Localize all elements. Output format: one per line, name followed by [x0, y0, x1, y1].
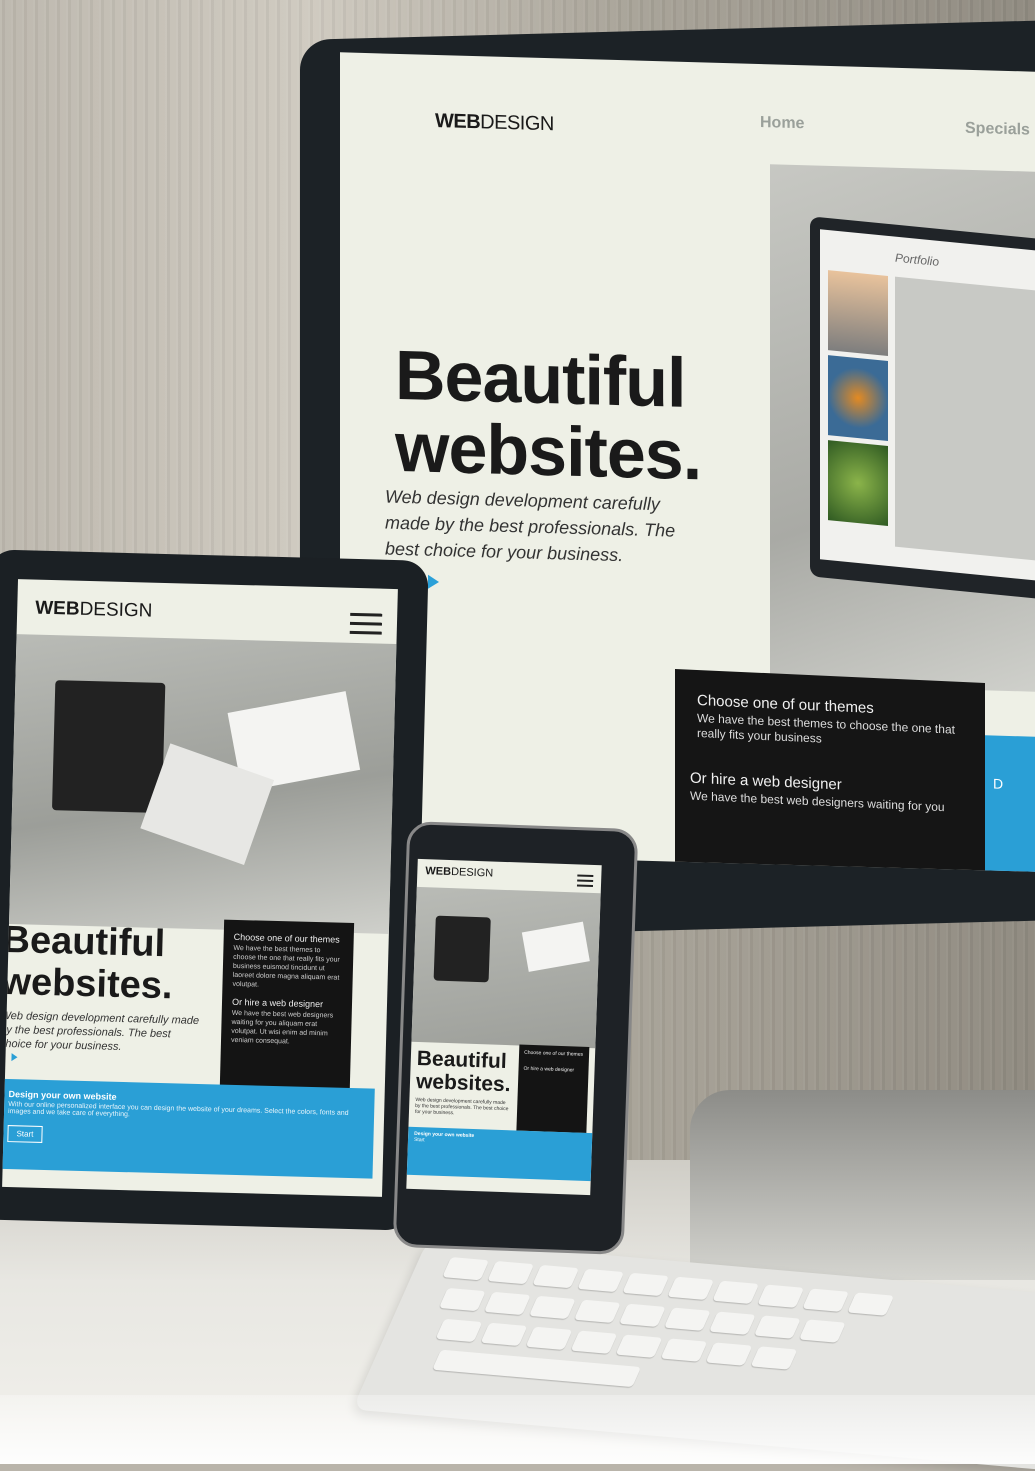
keyboard-key: [618, 1303, 666, 1327]
keyboard-key: [660, 1338, 708, 1362]
keyboard-key: [798, 1319, 846, 1343]
nav-home-link[interactable]: Home: [760, 114, 804, 133]
hamburger-menu-icon[interactable]: [576, 874, 594, 890]
keyboard-key: [708, 1311, 756, 1335]
play-arrow-icon[interactable]: [11, 1053, 18, 1062]
keyboard-key: [487, 1260, 535, 1285]
tablet-features-panel: Choose one of our themes We have the bes…: [219, 919, 355, 1093]
mini-imac-image: [433, 915, 491, 983]
phone-screen: WEBDESIGN Beautiful websites. Web design…: [406, 858, 602, 1196]
design-own-panel: D: [985, 735, 1035, 872]
monitor-stand: [690, 1090, 1035, 1280]
keyboard-key: [663, 1307, 711, 1331]
tablet-design-panel: Design your own website With our online …: [2, 1078, 375, 1179]
keyboard-key: [615, 1334, 663, 1358]
keyboard-key: [435, 1318, 483, 1343]
thumbnail-starfish: [828, 355, 888, 441]
keyboard-key: [570, 1330, 618, 1354]
start-button[interactable]: Start: [7, 1125, 43, 1143]
keyboard-key: [712, 1280, 760, 1304]
keyboard-key: [442, 1257, 490, 1281]
phone-design-panel: Design your own website Start: [406, 1126, 593, 1182]
tablet-screen: WEBDESIGN Beautiful websites. Web design…: [2, 579, 398, 1197]
keyboard-key: [847, 1292, 895, 1316]
blue-panel-letter: D: [993, 775, 1004, 792]
monitor-logo[interactable]: WEBDESIGN: [435, 110, 554, 136]
tablet-hero-subtitle: Web design development carefully made by…: [2, 1009, 200, 1053]
keyboard-key: [667, 1276, 715, 1301]
tablet-themes-title[interactable]: Choose one of our themes: [234, 932, 344, 945]
keyboard-key: [480, 1322, 528, 1347]
keyboard-key: [622, 1272, 670, 1297]
tablet-hero-photo: [8, 634, 397, 934]
tablet-logo[interactable]: WEBDESIGN: [35, 598, 153, 623]
phone-logo[interactable]: WEBDESIGN: [425, 865, 493, 879]
hero-subtitle: Web design development carefully made by…: [385, 486, 676, 566]
keyboard-key: [525, 1326, 573, 1350]
features-panel: Choose one of our themes We have the bes…: [675, 668, 985, 872]
portfolio-label: Portfolio: [895, 250, 940, 269]
keyboard-key: [750, 1346, 798, 1370]
nav-specials-link[interactable]: Specials: [965, 120, 1030, 140]
thumbnail-sunset: [828, 270, 888, 356]
floating-panel: [895, 276, 1035, 564]
keyboard-key: [483, 1291, 531, 1316]
keyboard-key: [438, 1287, 486, 1312]
phone-hero-subtitle: Web design development carefully made by…: [414, 1096, 509, 1117]
tablet-designer-title[interactable]: Or hire a web designer: [232, 997, 342, 1010]
hero-title: Beautiful websites.: [395, 335, 702, 495]
hamburger-menu-icon[interactable]: [349, 612, 383, 641]
portfolio-imac-image: Portfolio: [810, 216, 1035, 602]
keyboard-key: [577, 1268, 625, 1293]
tablet-hero-title: Beautiful websites.: [2, 918, 174, 1008]
phone-designer-title[interactable]: Or hire a web designer: [523, 1066, 583, 1074]
keyboard-key: [757, 1284, 805, 1308]
phone-hero-photo: [411, 886, 601, 1049]
monitor-screen: WEBDESIGN Home Specials Portfolio Beauti…: [340, 52, 1035, 872]
tablet-themes-text: We have the best themes to choose the on…: [232, 944, 340, 989]
thumbnail-leaves: [828, 440, 888, 526]
keyboard-key: [573, 1299, 621, 1324]
keyboard-key: [532, 1264, 580, 1289]
phone-hero-title: Beautiful websites.: [415, 1046, 511, 1097]
tablet-designer-text: We have the best web designers waiting f…: [230, 1009, 334, 1046]
play-arrow-icon[interactable]: [428, 574, 439, 590]
responsive-panel-image: [521, 921, 590, 972]
keyboard-key: [705, 1342, 753, 1366]
keyboard-spacebar: [432, 1349, 642, 1388]
keyboard-key: [753, 1315, 801, 1339]
keyboard-key: [528, 1295, 576, 1320]
keyboard-key: [802, 1288, 850, 1312]
desk-highlight: [0, 1395, 1035, 1464]
phone-features-panel: Choose one of our themes Or hire a web d…: [516, 1044, 590, 1133]
mini-imac-image: [51, 680, 166, 813]
